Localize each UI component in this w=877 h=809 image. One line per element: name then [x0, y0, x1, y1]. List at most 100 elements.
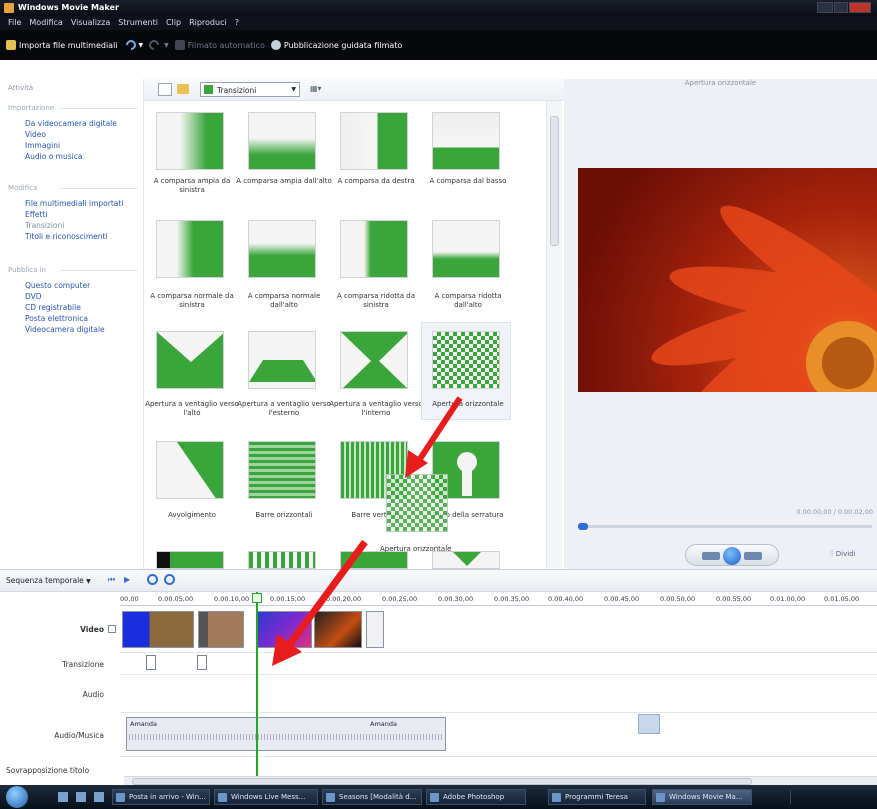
rewind-button[interactable] — [702, 552, 720, 560]
ruler-tick: 0.00.30,00 — [438, 595, 474, 603]
split-button[interactable]: ⫶⫶ Dividi — [830, 550, 856, 559]
timeline-ruler[interactable]: 00,00 0.00.05,00 0.00.10,00 0.00.15,00 0… — [120, 592, 877, 606]
seek-slider-thumb[interactable] — [578, 523, 588, 530]
scrollbar-thumb[interactable] — [550, 116, 559, 246]
tasks-toggle-button[interactable] — [158, 83, 172, 96]
transition-thumb-wrap[interactable] — [156, 441, 224, 499]
transition-thumb-fan-up[interactable] — [156, 331, 224, 389]
transition-thumb-wipe-bottom[interactable] — [432, 112, 500, 170]
link-email[interactable]: Posta elettronica — [25, 314, 88, 323]
transition-thumb-wipe-right[interactable] — [340, 112, 408, 170]
transition-thumb-wipe-normal-top[interactable] — [248, 220, 316, 278]
menu-play[interactable]: Riproduci — [189, 16, 227, 30]
expand-icon[interactable] — [108, 625, 116, 633]
menu-file[interactable]: File — [8, 16, 21, 30]
video-clip[interactable] — [198, 611, 244, 648]
video-clip[interactable] — [256, 611, 312, 648]
link-video[interactable]: Video — [25, 130, 46, 139]
playhead-handle[interactable] — [252, 593, 262, 603]
title-overlay-track[interactable] — [120, 757, 877, 776]
taskbar-item-active[interactable]: Windows Movie Ma... — [652, 789, 752, 805]
link-digital-camera[interactable]: Videocamera digitale — [25, 325, 105, 334]
transition-thumb-wipe-wide-top[interactable] — [248, 112, 316, 170]
ruler-tick: 00,00 — [120, 595, 139, 603]
publish-button[interactable]: Pubblicazione guidata filmato — [270, 40, 403, 50]
transition-thumb-fan-out[interactable] — [248, 331, 316, 389]
menu-edit[interactable]: Modifica — [29, 16, 62, 30]
transition-thumb-wipe-narrow-top[interactable] — [432, 220, 500, 278]
auto-movie-button[interactable]: Filmato automatico — [174, 40, 265, 50]
link-this-computer[interactable]: Questo computer — [25, 281, 90, 290]
collection-dropdown[interactable]: Transizioni ▼ — [200, 82, 300, 97]
track-label-audio: Audio — [82, 690, 104, 699]
video-clip[interactable] — [122, 611, 194, 648]
music-track[interactable]: Amanda Amanda — [120, 713, 877, 757]
tasks-pane-title: Attività — [8, 84, 34, 92]
bars-horizontal-icon — [249, 442, 315, 498]
link-cd[interactable]: CD registrabile — [25, 303, 81, 312]
maximize-button[interactable] — [834, 2, 848, 13]
video-track[interactable] — [120, 606, 877, 653]
view-options-icon[interactable]: ▦▾ — [310, 84, 326, 95]
taskbar-item[interactable]: Windows Live Mess... — [214, 789, 318, 805]
transition-track[interactable] — [120, 653, 877, 675]
link-titles[interactable]: Titoli e riconoscimenti — [25, 232, 108, 241]
transition-thumb-wipe-wide-left[interactable] — [156, 112, 224, 170]
link-imported-media[interactable]: File multimediali importati — [25, 199, 123, 208]
menu-clip[interactable]: Clip — [166, 16, 181, 30]
folder-icon[interactable] — [177, 84, 189, 94]
link-from-camera[interactable]: Da videocamera digitale — [25, 119, 117, 128]
transition-thumb-bars-horizontal[interactable] — [248, 441, 316, 499]
transition-thumb-partial[interactable] — [432, 551, 500, 569]
redo-button[interactable]: ▼ — [149, 39, 169, 51]
taskbar-item[interactable]: Adobe Photoshop — [426, 789, 526, 805]
publish-label: Pubblicazione guidata filmato — [283, 40, 403, 50]
window-controls — [817, 2, 871, 13]
menu-view[interactable]: Visualizza — [71, 16, 110, 30]
minimize-button[interactable] — [817, 2, 833, 13]
ruler-tick: 0.00.05,00 — [158, 595, 194, 603]
taskbar-item[interactable]: Posta in arrivo - Win... — [112, 789, 210, 805]
rewind-timeline-icon[interactable]: ⏮ — [108, 575, 115, 585]
play-button[interactable] — [723, 547, 741, 565]
link-images[interactable]: Immagini — [25, 141, 60, 150]
transition-thumb-wipe-narrow-left[interactable] — [340, 220, 408, 278]
undo-button[interactable]: ▼ — [124, 39, 143, 51]
taskbar-item[interactable]: Programmi Teresa — [548, 789, 646, 805]
transition-thumb-fan-in[interactable] — [340, 331, 408, 389]
start-button[interactable] — [6, 786, 28, 808]
collection-toolbar: Transizioni ▼ ▦▾ — [144, 79, 564, 101]
timeline-view-dropdown[interactable]: Sequenza temporale ▼ — [6, 576, 91, 585]
forward-button[interactable] — [744, 552, 762, 560]
transition-thumb-partial[interactable] — [248, 551, 316, 569]
music-clip[interactable]: Amanda Amanda — [126, 717, 446, 751]
audio-track[interactable] — [120, 675, 877, 713]
link-transitions[interactable]: Transizioni — [25, 221, 64, 230]
zoom-in-icon[interactable] — [147, 574, 158, 585]
link-dvd[interactable]: DVD — [25, 292, 42, 301]
menu-tools[interactable]: Strumenti — [118, 16, 158, 30]
play-timeline-icon[interactable]: ▶ — [124, 575, 130, 584]
fan-in-icon — [341, 332, 407, 388]
import-button[interactable]: Importa file multimediali — [6, 40, 118, 50]
menu-help[interactable]: ? — [235, 16, 239, 30]
transition-thumb-partial[interactable] — [340, 551, 408, 569]
transition-marker[interactable] — [146, 655, 156, 670]
transition-thumb-checker[interactable] — [432, 331, 500, 389]
collection-scrollbar[interactable] — [546, 101, 562, 569]
transition-label: A comparsa normale dall'alto — [247, 292, 321, 309]
link-effects[interactable]: Effetti — [25, 210, 48, 219]
transition-thumb-partial[interactable] — [156, 551, 224, 569]
link-audio[interactable]: Audio o musica — [25, 152, 82, 161]
close-button[interactable] — [849, 2, 871, 13]
video-clip[interactable] — [366, 611, 384, 648]
playhead[interactable] — [256, 592, 258, 776]
timeline-scrollbar-thumb[interactable] — [132, 778, 752, 785]
zoom-out-icon[interactable] — [164, 574, 175, 585]
transition-thumb-wipe-normal-left[interactable] — [156, 220, 224, 278]
seek-slider[interactable] — [578, 525, 872, 528]
taskbar-item[interactable]: Seasons [Modalità d... — [322, 789, 422, 805]
transition-marker[interactable] — [197, 655, 207, 670]
quick-launch-icons[interactable] — [58, 792, 104, 802]
video-clip[interactable] — [314, 611, 362, 648]
